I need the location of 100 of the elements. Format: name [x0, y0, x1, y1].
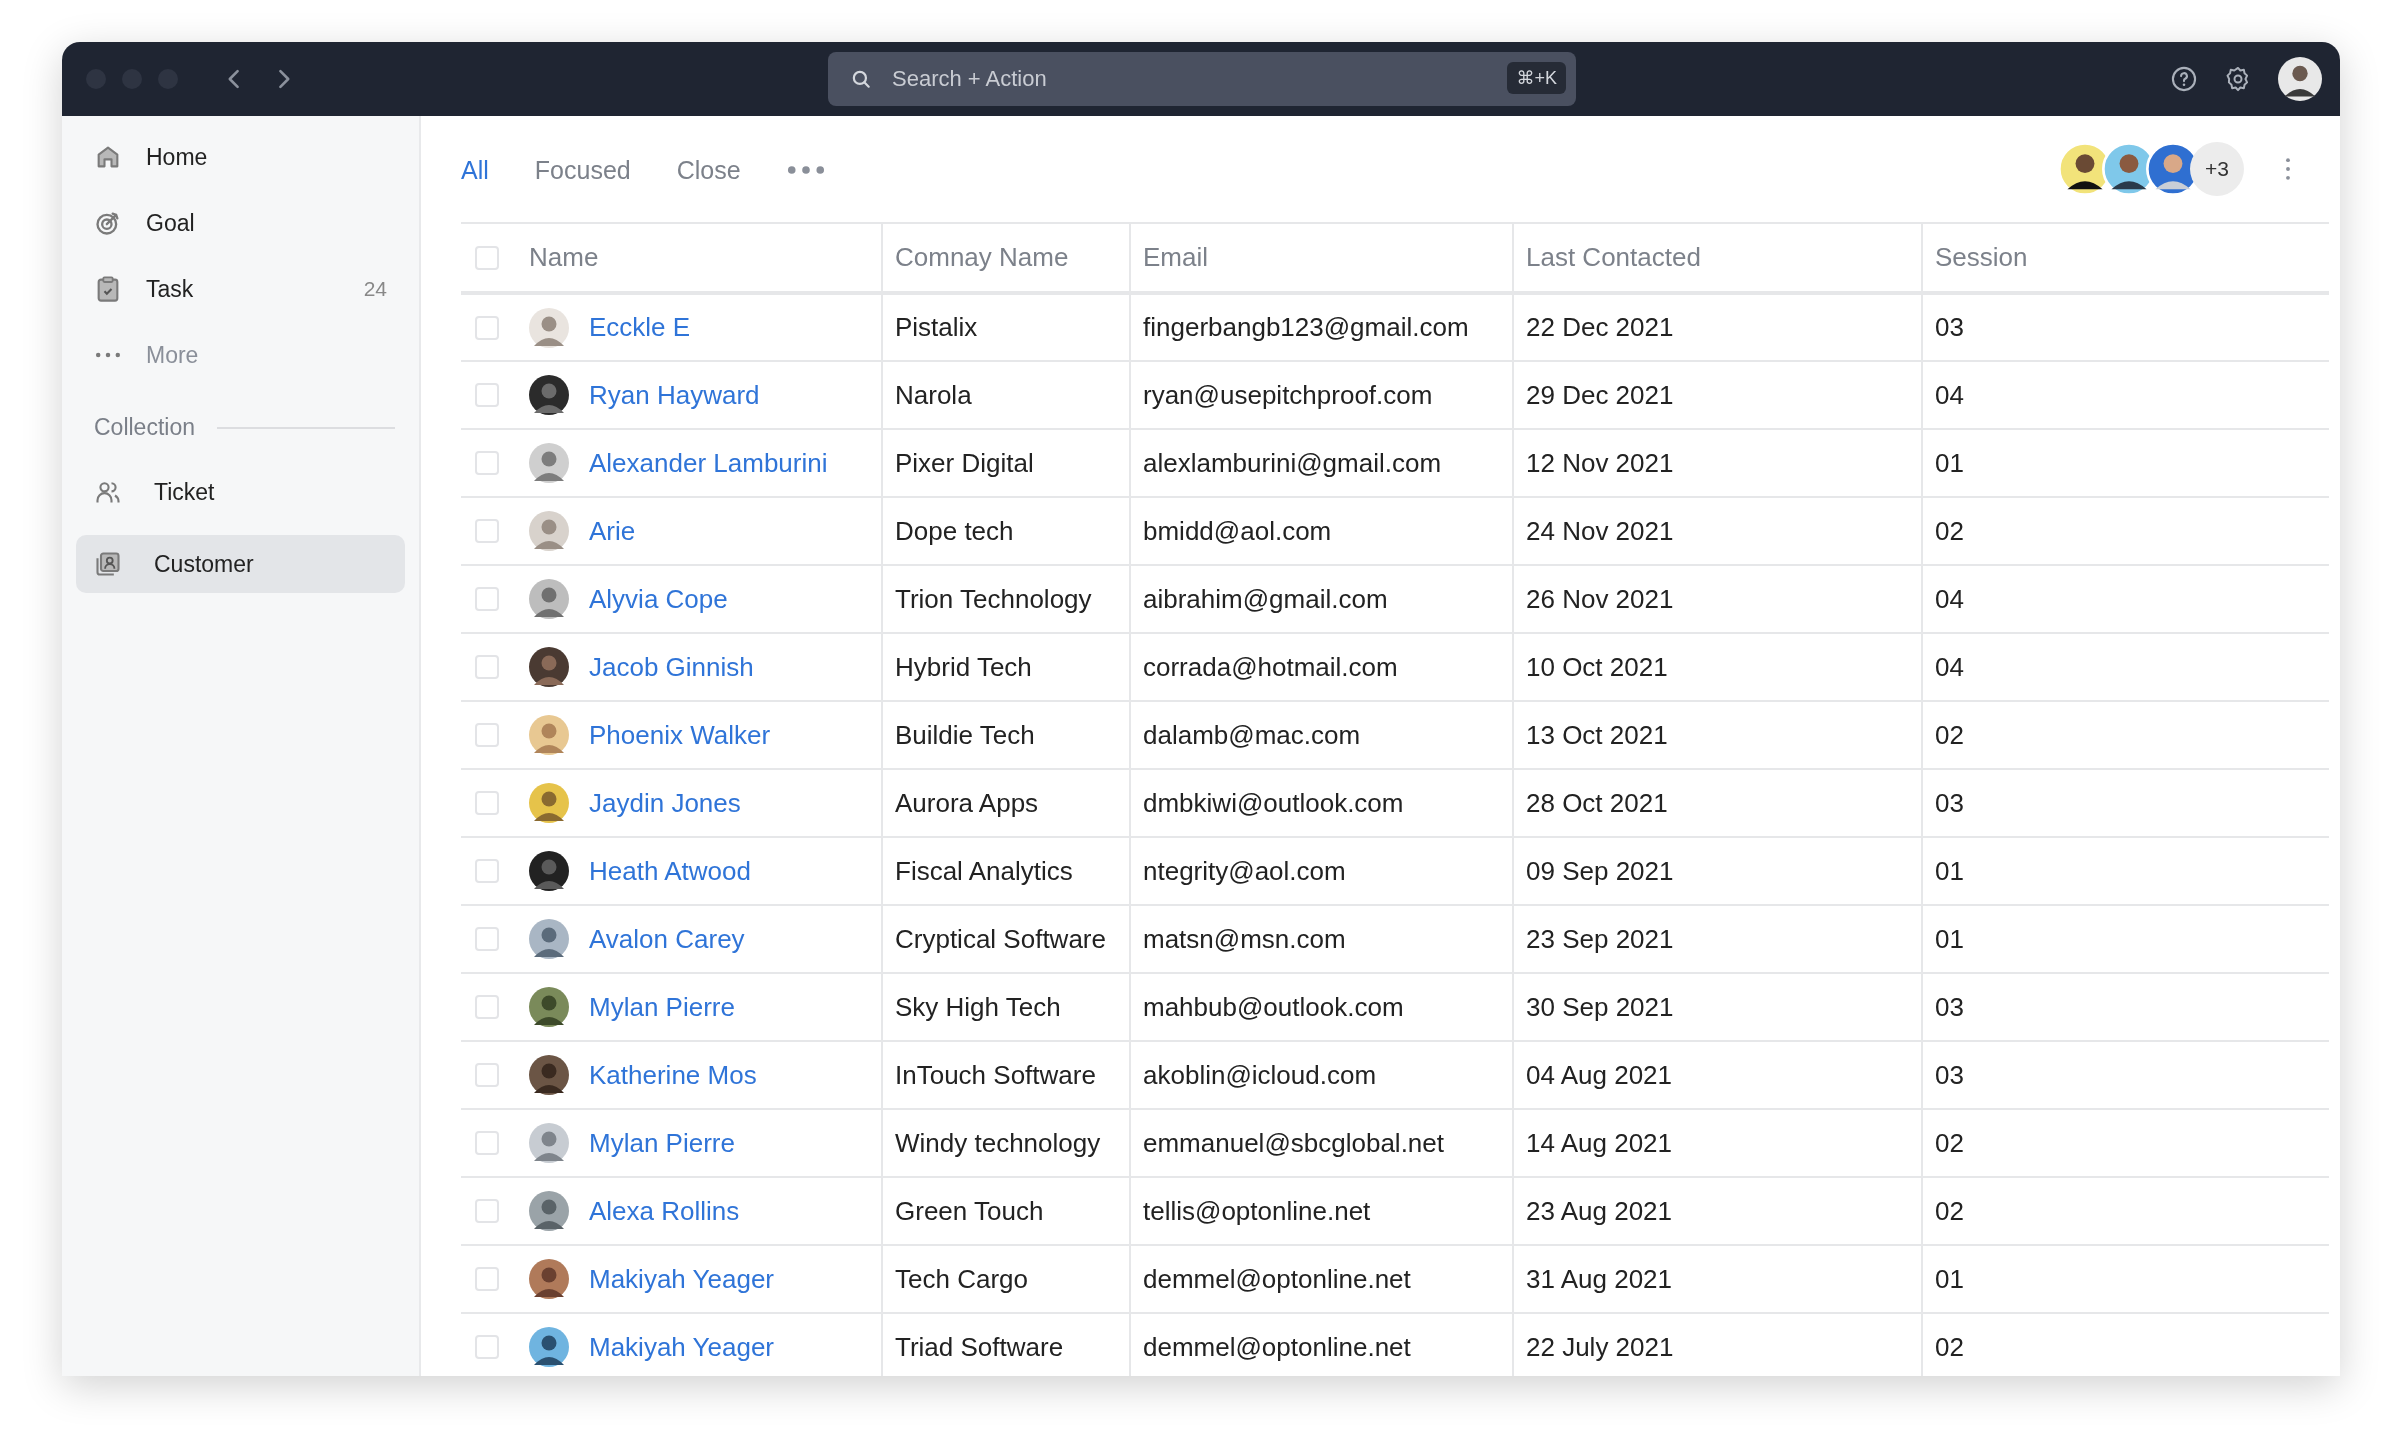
user-avatar[interactable] [2278, 57, 2322, 101]
contact-name-link[interactable]: Phoenix Walker [589, 719, 771, 751]
row-checkbox[interactable] [475, 1267, 499, 1291]
date-text: 28 Oct 2021 [1526, 787, 1668, 818]
row-checkbox[interactable] [475, 587, 499, 611]
company-name: Hybrid Tech [895, 651, 1032, 682]
email-text: ntegrity@aol.com [1143, 855, 1346, 886]
email-text: emmanuel@sbcglobal.net [1143, 1127, 1444, 1158]
sidebar-item[interactable]: Ticket [76, 463, 405, 521]
row-checkbox[interactable] [475, 995, 499, 1019]
sidebar-item[interactable]: Customer [76, 535, 405, 593]
session-count: 04 [1935, 651, 1964, 682]
email-text: ryan@usepitchproof.com [1143, 379, 1433, 410]
row-checkbox[interactable] [475, 723, 499, 747]
date-text: 12 Nov 2021 [1526, 447, 1674, 478]
email-text: demmel@optonline.net [1143, 1331, 1411, 1362]
date-text: 24 Nov 2021 [1526, 515, 1674, 546]
row-checkbox[interactable] [475, 927, 499, 951]
section-heading: Collection [94, 414, 195, 441]
session-count: 02 [1935, 1127, 1964, 1158]
session-count: 02 [1935, 719, 1964, 750]
column-header: Last Contacted [1526, 242, 1701, 272]
avatar [529, 783, 569, 823]
contact-name-link[interactable]: Ecckle E [589, 312, 691, 343]
company-name: Trion Technology [895, 583, 1092, 614]
date-text: 04 Aug 2021 [1526, 1059, 1673, 1090]
row-checkbox[interactable] [475, 1131, 499, 1155]
email-text: matsn@msn.com [1143, 923, 1346, 954]
row-checkbox[interactable] [475, 859, 499, 883]
date-text: 13 Oct 2021 [1526, 719, 1668, 750]
company-name: Dope tech [895, 515, 1014, 546]
contact-name-link[interactable]: Jacob Ginnish [589, 651, 754, 683]
contact-name-link[interactable]: Katherine Mos [589, 1059, 757, 1091]
contact-name-link[interactable]: Avalon Carey [589, 923, 745, 955]
contact-name-link[interactable]: Alexa Rollins [589, 1195, 740, 1227]
row-checkbox[interactable] [475, 383, 499, 407]
row-checkbox[interactable] [475, 519, 499, 543]
contact-name-link[interactable]: Arie [589, 515, 636, 547]
more-icon[interactable] [786, 165, 825, 175]
shortcut-hint: ⌘+K [1507, 62, 1566, 94]
email-text: corrada@hotmail.com [1143, 651, 1398, 682]
help-icon[interactable] [2170, 65, 2198, 93]
contact-name-link[interactable]: Jaydin Jones [589, 787, 741, 819]
email-text: aibrahim@gmail.com [1143, 583, 1388, 614]
row-checkbox[interactable] [475, 1063, 499, 1087]
avatar [529, 1327, 569, 1367]
row-checkbox[interactable] [475, 315, 499, 340]
date-text: 10 Oct 2021 [1526, 651, 1668, 682]
tab[interactable]: Close [676, 155, 741, 185]
avatar [529, 919, 569, 959]
avatar [529, 1055, 569, 1095]
contact-name-link[interactable]: Mylan Pierre [589, 1127, 735, 1159]
tab[interactable]: Focused [534, 155, 631, 185]
count-label: 24 [363, 277, 387, 301]
contact-card-icon [94, 550, 122, 578]
row-checkbox[interactable] [475, 655, 499, 679]
sidebar-item[interactable]: More [76, 326, 405, 384]
sidebar-item[interactable]: Home [76, 128, 405, 186]
email-text: bmidd@aol.com [1143, 515, 1332, 546]
avatar [529, 579, 569, 619]
select-all-checkbox[interactable] [475, 245, 499, 270]
date-text: 30 Sep 2021 [1526, 991, 1674, 1022]
contact-name-link[interactable]: Makiyah Yeager [589, 1263, 775, 1295]
row-checkbox[interactable] [475, 791, 499, 815]
date-text: 26 Nov 2021 [1526, 583, 1674, 614]
avatar [529, 851, 569, 891]
company-name: Pixer Digital [895, 447, 1034, 478]
date-text: 22 July 2021 [1526, 1331, 1674, 1362]
kebab-menu-icon[interactable] [2284, 155, 2292, 183]
session-count: 01 [1935, 855, 1964, 886]
company-name: Sky High Tech [895, 991, 1061, 1022]
contact-name-link[interactable]: Ryan Hayward [589, 379, 760, 411]
company-name: InTouch Software [895, 1059, 1096, 1090]
row-checkbox[interactable] [475, 1199, 499, 1223]
contact-name-link[interactable]: Mylan Pierre [589, 991, 735, 1023]
tab[interactable]: All [461, 155, 489, 185]
date-text: 14 Aug 2021 [1526, 1127, 1673, 1158]
contact-name-link[interactable]: Makiyah Yeager [589, 1331, 775, 1363]
contact-name-link[interactable]: Alexander Lamburini [589, 447, 828, 479]
date-text: 09 Sep 2021 [1526, 855, 1674, 886]
email-text: demmel@optonline.net [1143, 1263, 1411, 1294]
contact-name-link[interactable]: Heath Atwood [589, 855, 751, 887]
column-header: Comnay Name [895, 242, 1069, 272]
contact-name-link[interactable]: Alyvia Cope [589, 583, 728, 615]
avatar [529, 307, 569, 348]
sidebar-item[interactable]: Task 24 [76, 260, 405, 318]
company-name: Aurora Apps [895, 787, 1039, 818]
more-count-badge: +3 [2190, 142, 2244, 196]
row-checkbox[interactable] [475, 1335, 499, 1359]
avatar [529, 1191, 569, 1231]
company-name: Green Touch [895, 1195, 1044, 1226]
email-text: dmbkiwi@outlook.com [1143, 787, 1404, 818]
company-name: Pistalix [895, 312, 978, 342]
session-count: 02 [1935, 1331, 1964, 1362]
company-name: Windy technology [895, 1127, 1101, 1158]
date-text: 22 Dec 2021 [1526, 312, 1674, 342]
date-text: 29 Dec 2021 [1526, 379, 1674, 410]
date-text: 23 Aug 2021 [1526, 1195, 1673, 1226]
row-checkbox[interactable] [475, 451, 499, 475]
sidebar-item[interactable]: Goal [76, 194, 405, 252]
